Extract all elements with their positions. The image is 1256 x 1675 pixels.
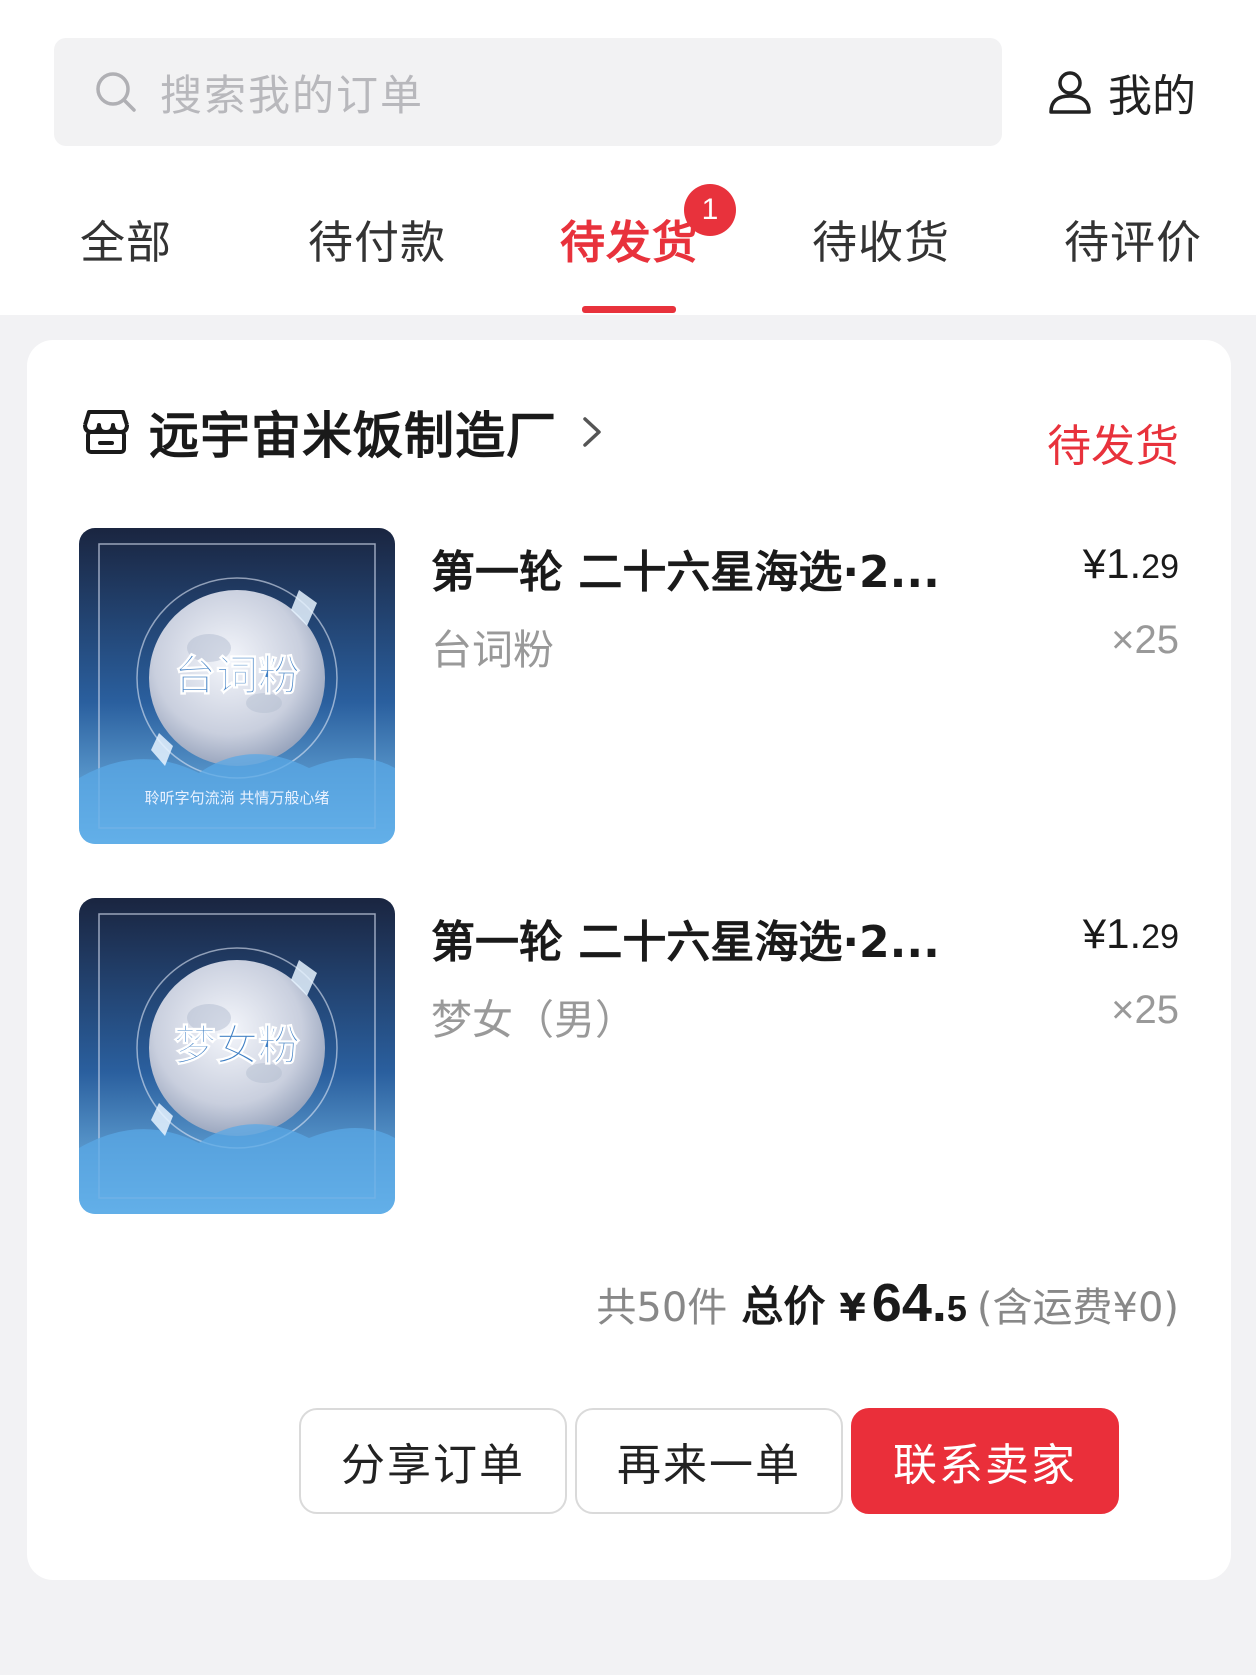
product-image: 台词粉 聆听字句流淌 共情万般心绪	[79, 528, 395, 844]
chevron-right-icon	[583, 417, 601, 447]
product-image-title: 梦女粉	[174, 1021, 300, 1070]
item-title: 第一轮 二十六星海选·2...	[431, 547, 940, 598]
order-total: 共50件 总价 ¥ 64. 5 (含运费¥0)	[596, 1272, 1179, 1334]
tab-pending-review[interactable]: 待评价	[1064, 206, 1202, 271]
order-item[interactable]: 梦女粉 第一轮 二十六星海选·2... 梦女（男） ¥1.29 ×25	[79, 898, 1179, 1216]
item-quantity: ×25	[1111, 618, 1179, 662]
total-currency: ¥	[839, 1286, 866, 1330]
item-price: ¥1.29	[1083, 540, 1179, 588]
product-image-title: 台词粉	[174, 651, 300, 700]
top-bar: 搜索我的订单 我的 全部 待付款 待发货 1 待收货 待评价	[0, 0, 1256, 315]
item-spec: 台词粉	[431, 626, 554, 674]
order-status-label: 待发货	[1047, 421, 1179, 472]
total-amount: 64.	[871, 1273, 947, 1333]
store-icon	[83, 410, 129, 454]
search-input[interactable]: 搜索我的订单	[54, 38, 1002, 146]
reorder-button[interactable]: 再来一单	[575, 1408, 843, 1514]
mine-button[interactable]: 我的	[1046, 62, 1196, 122]
order-item[interactable]: 台词粉 聆听字句流淌 共情万般心绪 第一轮 二十六星海选·2... 台词粉 ¥1…	[79, 528, 1179, 846]
active-tab-indicator	[582, 306, 676, 313]
item-count: 共50件	[596, 1285, 728, 1331]
item-price-main: ¥1.	[1082, 910, 1142, 957]
product-image: 梦女粉	[79, 898, 395, 1214]
search-icon	[96, 72, 136, 112]
item-price-main: ¥1.	[1082, 540, 1142, 587]
share-order-button[interactable]: 分享订单	[299, 1408, 567, 1514]
product-image-caption: 聆听字句流淌 共情万般心绪	[145, 789, 330, 807]
order-status-tabs: 全部 待付款 待发货 1 待收货 待评价	[0, 184, 1256, 315]
tab-all[interactable]: 全部	[80, 206, 172, 271]
total-label: 总价	[741, 1282, 826, 1331]
item-price-decimal: 29	[1141, 918, 1179, 956]
item-quantity: ×25	[1111, 988, 1179, 1032]
item-spec: 梦女（男）	[431, 996, 636, 1044]
tab-pending-receipt[interactable]: 待收货	[812, 206, 950, 271]
item-price: ¥1.29	[1083, 910, 1179, 958]
tab-pending-shipment[interactable]: 待发货	[560, 206, 698, 271]
order-card[interactable]: 远宇宙米饭制造厂 待发货 台词粉 聆听字句流淌 共情万般心绪 第一轮 二十六星海…	[27, 340, 1231, 1580]
shipping-fee: (含运费¥0)	[976, 1285, 1179, 1331]
shop-link[interactable]: 远宇宙米饭制造厂	[79, 402, 607, 465]
search-placeholder: 搜索我的订单	[160, 70, 425, 120]
contact-seller-button[interactable]: 联系卖家	[851, 1408, 1119, 1514]
item-price-decimal: 29	[1141, 548, 1179, 586]
mine-label: 我的	[1108, 71, 1196, 122]
item-title: 第一轮 二十六星海选·2...	[431, 917, 940, 968]
user-icon	[1049, 71, 1091, 114]
total-amount-decimal: 5	[946, 1288, 967, 1329]
tab-badge: 1	[684, 184, 736, 236]
shop-name: 远宇宙米饭制造厂	[149, 407, 557, 465]
tab-pending-payment[interactable]: 待付款	[308, 206, 446, 271]
